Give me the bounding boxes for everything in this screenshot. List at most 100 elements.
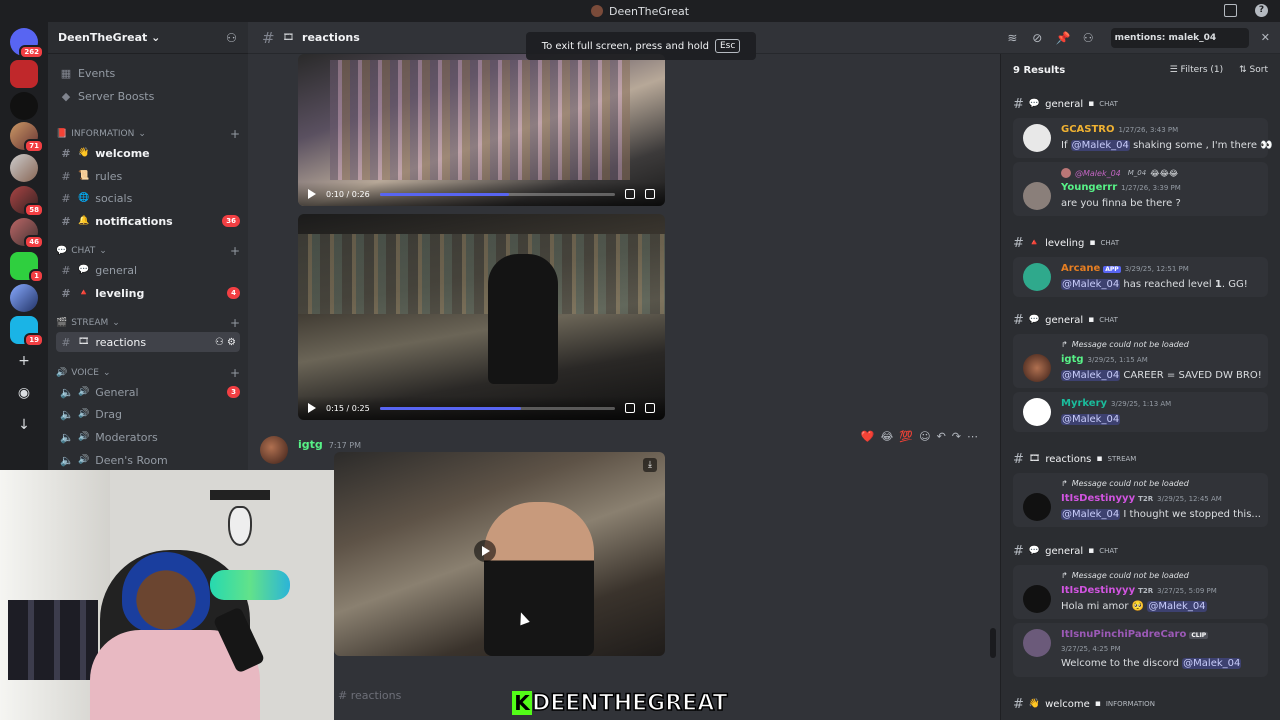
channel-reactions[interactable]: # 🎞 reactions ⚇ ⚙ (56, 332, 240, 352)
server-icon[interactable] (10, 284, 38, 312)
search-result[interactable]: ↱ Message could not be loaded ItIsDestiny… (1013, 473, 1268, 527)
reply-icon[interactable]: ↶ (937, 430, 946, 443)
search-result[interactable]: ↱ Message could not be loaded ItIsDestiny… (1013, 565, 1268, 619)
server-icon[interactable]: 46 (10, 218, 44, 249)
search-result[interactable]: Arcane APP 3/29/25, 12:51 PM @Malek_04 has… (1013, 257, 1268, 297)
message-list[interactable]: 0:10 / 0:26 0:15 / 0:25 igtg 7:17 PM ❤️ … (248, 54, 1000, 674)
video-seek-bar[interactable] (379, 192, 615, 196)
category-chat[interactable]: 💬 CHAT ⌄ + (56, 243, 240, 259)
folder-icon: ▪ (1094, 699, 1101, 709)
message-header: igtg 7:17 PM (298, 438, 361, 451)
forward-icon[interactable]: ↷ (952, 430, 961, 443)
server-icon[interactable]: 1 (10, 252, 44, 283)
result-channel-header[interactable]: # 🔺 leveling ▪ CHAT (1013, 233, 1268, 253)
sidebar-item-server-boosts[interactable]: ◆ Server Boosts (56, 86, 240, 106)
mention[interactable]: @Malek_04 (1061, 509, 1121, 520)
avatar[interactable] (260, 436, 288, 464)
download-icon[interactable]: ⤓ (643, 458, 657, 472)
play-icon[interactable] (308, 403, 316, 413)
voice-channel-moderators[interactable]: 🔈 🔊 Moderators (56, 427, 240, 447)
voice-channel-general[interactable]: 🔈 🔊 General 3 (56, 382, 240, 402)
reaction-icon[interactable]: 💯 (899, 430, 913, 443)
volume-icon[interactable] (625, 189, 635, 199)
category-stream[interactable]: 🎬 STREAM ⌄ + (56, 315, 240, 331)
mention[interactable]: @Malek_04 (1061, 279, 1121, 290)
play-button[interactable] (474, 540, 496, 562)
heart-reaction-icon[interactable]: ❤️ (861, 430, 875, 443)
add-reaction-icon[interactable]: ☺ (919, 430, 930, 443)
more-icon[interactable]: ⋯ (967, 430, 978, 443)
globe-icon: 🌐 (78, 193, 90, 203)
search-result[interactable]: Myrkery 3/29/25, 1:13 AM @Malek_04 (1013, 392, 1268, 432)
volume-icon[interactable] (625, 403, 635, 413)
mute-icon[interactable]: ⊘ (1031, 31, 1044, 45)
clear-search-icon[interactable]: ✕ (1261, 31, 1270, 44)
video-attachment[interactable]: 0:15 / 0:25 (298, 214, 665, 420)
result-channel-header[interactable]: # 💬 general ▪ CHAT (1013, 94, 1268, 114)
category-voice[interactable]: 🔊 VOICE ⌄ + (56, 365, 240, 381)
sort-button[interactable]: ⇅ Sort (1239, 65, 1268, 75)
video-attachment[interactable]: ⤓ (334, 452, 665, 656)
laugh-reaction-icon[interactable]: 😂 (881, 430, 894, 443)
search-input[interactable]: mentions: malek_04 (1110, 27, 1249, 48)
mention[interactable]: @Malek_04 (1147, 601, 1207, 612)
search-result[interactable]: ↱ Message could not be loaded igtg 3/29/25… (1013, 334, 1268, 388)
calendar-icon: ▦ (60, 66, 72, 80)
create-channel-icon[interactable]: + (230, 127, 240, 141)
server-icon[interactable]: 58 (10, 186, 44, 217)
result-channel-header[interactable]: # 💬 general ▪ CHAT (1013, 541, 1268, 561)
help-icon[interactable]: ? (1255, 4, 1268, 17)
server-icon[interactable]: 19 (10, 316, 44, 347)
channel-general[interactable]: # 💬 general (56, 260, 240, 280)
channel-welcome[interactable]: # 👋 welcome (56, 143, 240, 163)
mention[interactable]: @Malek_04 (1061, 370, 1121, 381)
mention[interactable]: @Malek_04 (1061, 414, 1121, 425)
channel-notifications[interactable]: # 🔔 notifications 36 (56, 211, 240, 231)
mention[interactable]: @Malek_04 (1070, 140, 1130, 151)
create-channel-icon[interactable]: + (230, 316, 240, 330)
mention[interactable]: @Malek_04 (1182, 658, 1242, 669)
search-result[interactable]: @Malek_04 M_04 😂😂😂 Youngerrr 1/27/26, 3:39 … (1013, 162, 1268, 216)
scrollbar[interactable] (990, 628, 996, 658)
fullscreen-icon[interactable] (645, 403, 655, 413)
server-icon[interactable] (10, 92, 38, 120)
result-channel-header[interactable]: # 🎞 reactions ▪ STREAM (1013, 449, 1268, 469)
sidebar-item-events[interactable]: ▦ Events (56, 63, 240, 83)
home-dm-icon[interactable]: 262 (10, 28, 44, 59)
search-result[interactable]: ItIsnuPinchiPadreCaro CLIP 3/27/25, 4:25 … (1013, 623, 1268, 677)
add-server-icon[interactable]: + (17, 354, 31, 368)
members-icon[interactable]: ⚇ (1082, 31, 1095, 45)
result-text: @Malek_04 I thought we stopped this... (1061, 509, 1261, 520)
pin-icon[interactable]: 📌 (1056, 31, 1071, 45)
channel-socials[interactable]: # 🌐 socials (56, 188, 240, 208)
discover-icon[interactable]: ◉ (17, 386, 31, 400)
search-result[interactable]: GCASTRO 1/27/26, 3:43 PM If @Malek_04 sha… (1013, 118, 1273, 158)
download-icon[interactable]: ↓ (17, 418, 31, 432)
video-seek-bar[interactable] (379, 406, 615, 410)
inbox-icon[interactable] (1224, 4, 1237, 17)
play-icon[interactable] (308, 189, 316, 199)
voice-channel-deens-room[interactable]: 🔈 🔊 Deen's Room (56, 450, 240, 470)
channel-settings-icon[interactable]: ⚇ ⚙ (215, 337, 236, 348)
server-icon[interactable]: 71 (10, 122, 44, 153)
channel-rules[interactable]: # 📜 rules (56, 166, 240, 186)
result-channel-header[interactable]: # 👋 welcome ▪ INFORMATION (1013, 694, 1268, 714)
text-segment: Welcome to the discord (1061, 658, 1179, 669)
server-icon[interactable] (10, 154, 38, 182)
result-channel-header[interactable]: # 💬 general ▪ CHAT (1013, 310, 1268, 330)
message-author[interactable]: igtg (298, 438, 323, 451)
category-information[interactable]: 📕 INFORMATION ⌄ + (56, 126, 240, 142)
invite-people-icon[interactable]: ⚇ (226, 32, 238, 44)
fullscreen-icon[interactable] (645, 189, 655, 199)
guild-header[interactable]: DeenTheGreat ⌄ ⚇ (48, 22, 248, 54)
filters-button[interactable]: ☰ Filters (1) (1170, 65, 1224, 75)
server-icon[interactable] (10, 60, 38, 88)
create-channel-icon[interactable]: + (230, 244, 240, 258)
create-channel-icon[interactable]: + (230, 366, 240, 380)
channel-leveling[interactable]: # 🔺 leveling 4 (56, 283, 240, 303)
voice-channel-drag[interactable]: 🔈 🔊 Drag (56, 404, 240, 424)
reply-arrow-icon: ↱ (1061, 571, 1068, 580)
text-segment: shaking some , I'm there 👀 (1133, 140, 1273, 151)
video-attachment[interactable]: 0:10 / 0:26 (298, 54, 665, 206)
threads-icon[interactable]: ≋ (1006, 31, 1019, 45)
